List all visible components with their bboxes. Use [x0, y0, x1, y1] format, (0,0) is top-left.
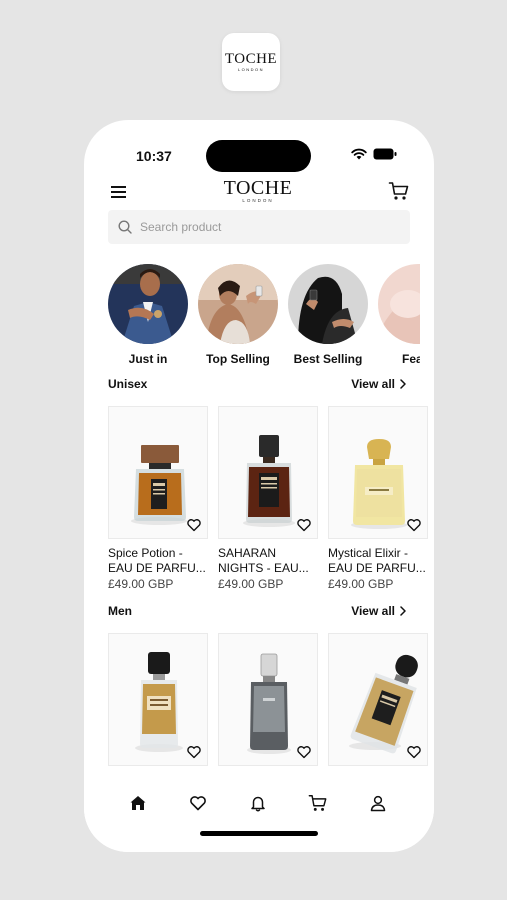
tab-wishlist[interactable] — [187, 792, 209, 814]
chevron-right-icon — [400, 606, 406, 616]
product-name-line2: EAU DE PARFU... — [328, 561, 426, 575]
product-card[interactable] — [108, 633, 208, 766]
heart-icon[interactable] — [406, 744, 422, 760]
product-card[interactable] — [328, 633, 428, 766]
chevron-right-icon — [400, 379, 406, 389]
bottom-tab-bar — [84, 788, 434, 818]
category-carousel[interactable]: Just in Top Selling Best Selling Fea — [108, 264, 420, 368]
product-row-unisex[interactable]: Spice Potion - EAU DE PARFU... £49.00 GB… — [108, 406, 434, 596]
brand-logo[interactable]: TOCHE LONDON — [208, 178, 308, 204]
product-image[interactable] — [328, 406, 428, 539]
product-card[interactable]: SAHARAN NIGHTS - EAU... £49.00 GBP — [218, 406, 318, 591]
section-header-unisex: Unisex View all — [108, 377, 406, 395]
category-just-in[interactable]: Just in — [108, 264, 188, 366]
product-name-line1: Mystical Elixir - — [328, 546, 408, 560]
status-icons — [351, 148, 397, 160]
category-label: Just in — [128, 352, 168, 366]
tab-account[interactable] — [367, 792, 389, 814]
product-row-men[interactable] — [108, 633, 434, 775]
product-price: £49.00 GBP — [108, 577, 174, 591]
heart-icon[interactable] — [186, 744, 202, 760]
cart-icon — [308, 795, 327, 811]
product-name[interactable]: SAHARAN NIGHTS - EAU... — [218, 546, 318, 576]
phone-screen: 10:37 TOCHE LONDON Search product Just i… — [84, 120, 434, 852]
product-name-line1: SAHARAN — [218, 546, 277, 560]
category-image-featured — [378, 264, 420, 344]
product-image[interactable] — [328, 633, 428, 766]
home-icon — [130, 796, 146, 810]
category-image-top-selling — [198, 264, 278, 344]
heart-icon[interactable] — [296, 744, 312, 760]
product-image[interactable] — [108, 633, 208, 766]
search-bar[interactable] — [108, 210, 410, 244]
product-image[interactable] — [218, 406, 318, 539]
view-all-label: View all — [351, 377, 395, 391]
section-title: Men — [108, 604, 132, 618]
dynamic-island — [206, 140, 311, 172]
search-input[interactable] — [140, 220, 390, 234]
product-card[interactable]: Mystical Elixir - EAU DE PARFU... £49.00… — [328, 406, 428, 591]
battery-icon — [373, 148, 397, 160]
cart-button[interactable] — [388, 180, 410, 202]
product-price: £49.00 GBP — [328, 577, 394, 591]
product-price: £49.00 GBP — [218, 577, 284, 591]
user-icon — [370, 795, 386, 812]
app-logo-brand: TOCHE — [224, 51, 278, 67]
category-best-selling[interactable]: Best Selling — [288, 264, 368, 366]
brand-name: TOCHE — [223, 177, 293, 199]
home-indicator[interactable] — [200, 831, 318, 836]
heart-icon[interactable] — [296, 517, 312, 533]
tab-notifications[interactable] — [247, 792, 269, 814]
tab-home[interactable] — [127, 792, 149, 814]
status-bar: 10:37 — [84, 120, 434, 180]
product-card[interactable] — [218, 633, 318, 766]
category-label: Featu — [401, 352, 420, 366]
product-image[interactable] — [108, 406, 208, 539]
product-name[interactable]: Spice Potion - EAU DE PARFU... — [108, 546, 208, 576]
section-title: Unisex — [108, 377, 148, 391]
status-time: 10:37 — [136, 148, 172, 164]
product-name-line2: EAU DE PARFU... — [108, 561, 206, 575]
product-image[interactable] — [218, 633, 318, 766]
view-all-label: View all — [351, 604, 395, 618]
product-card[interactable]: Spice Potion - EAU DE PARFU... £49.00 GB… — [108, 406, 208, 591]
app-logo: TOCHE LONDON — [222, 33, 280, 91]
view-all-link[interactable]: View all — [351, 377, 406, 391]
product-name-line1: Spice Potion - — [108, 546, 183, 560]
heart-icon[interactable] — [406, 517, 422, 533]
view-all-link[interactable]: View all — [351, 604, 406, 618]
app-logo-sub: LONDON — [237, 67, 265, 72]
bell-icon — [251, 796, 265, 812]
wifi-icon — [351, 148, 367, 160]
category-featured[interactable]: Featu — [378, 264, 420, 366]
heart-icon — [190, 796, 206, 811]
category-image-just-in — [108, 264, 188, 344]
tab-cart[interactable] — [307, 792, 329, 814]
search-icon — [118, 220, 132, 234]
cart-icon — [388, 182, 409, 200]
category-image-best-selling — [288, 264, 368, 344]
product-name[interactable]: Mystical Elixir - EAU DE PARFU... — [328, 546, 428, 576]
hamburger-icon — [110, 186, 126, 198]
category-label: Best Selling — [293, 352, 363, 366]
product-name-line2: NIGHTS - EAU... — [218, 561, 309, 575]
category-label: Top Selling — [206, 352, 270, 366]
section-header-men: Men View all — [108, 604, 406, 622]
app-header: TOCHE LONDON — [108, 178, 410, 206]
category-top-selling[interactable]: Top Selling — [198, 264, 278, 366]
menu-button[interactable] — [108, 182, 128, 202]
brand-sub: LONDON — [242, 198, 274, 203]
heart-icon[interactable] — [186, 517, 202, 533]
